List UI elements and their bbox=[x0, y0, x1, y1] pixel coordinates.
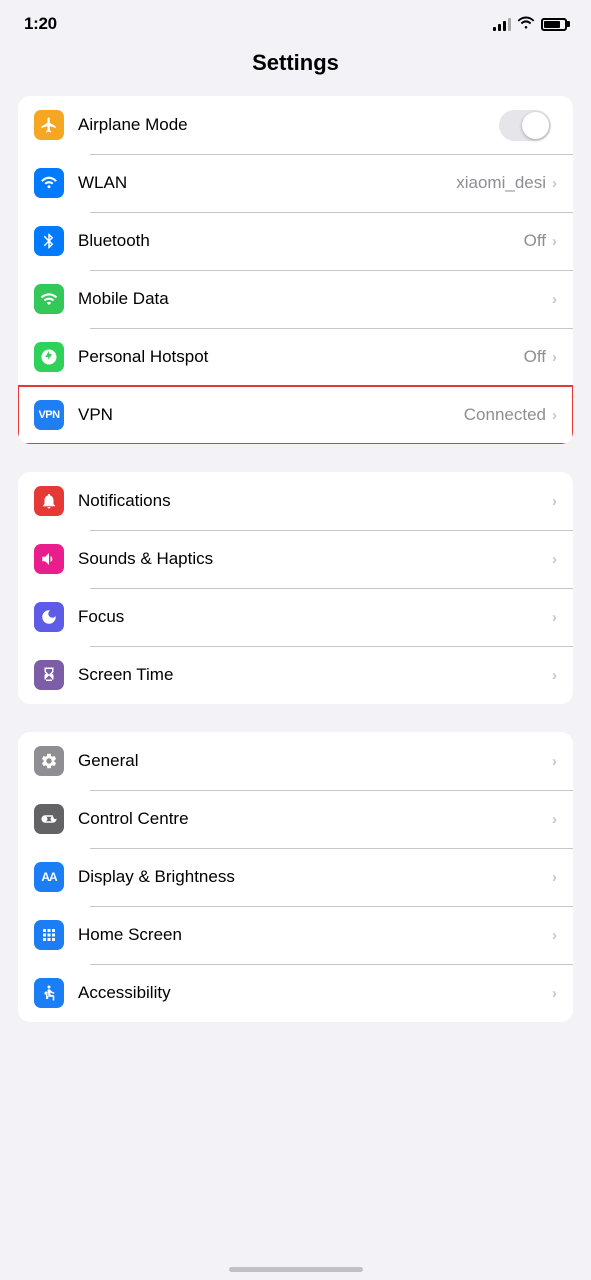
icon-sounds-haptics bbox=[34, 544, 64, 574]
settings-row-accessibility[interactable]: Accessibility› bbox=[18, 964, 573, 1022]
chevron-home-screen: › bbox=[552, 927, 557, 944]
chevron-general: › bbox=[552, 753, 557, 770]
label-focus: Focus bbox=[78, 607, 552, 627]
chevron-mobile-data: › bbox=[552, 291, 557, 308]
value-vpn: Connected bbox=[464, 405, 546, 425]
label-airplane-mode: Airplane Mode bbox=[78, 115, 499, 135]
label-sounds-haptics: Sounds & Haptics bbox=[78, 549, 552, 569]
settings-row-control-centre[interactable]: Control Centre› bbox=[18, 790, 573, 848]
label-accessibility: Accessibility bbox=[78, 983, 552, 1003]
label-control-centre: Control Centre bbox=[78, 809, 552, 829]
settings-row-screen-time[interactable]: Screen Time› bbox=[18, 646, 573, 704]
icon-screen-time bbox=[34, 660, 64, 690]
battery-icon bbox=[541, 18, 567, 31]
icon-focus bbox=[34, 602, 64, 632]
label-vpn: VPN bbox=[78, 405, 464, 425]
label-general: General bbox=[78, 751, 552, 771]
chevron-control-centre: › bbox=[552, 811, 557, 828]
settings-row-notifications[interactable]: Notifications› bbox=[18, 472, 573, 530]
status-bar: 1:20 bbox=[0, 0, 591, 42]
icon-mobile-data bbox=[34, 284, 64, 314]
chevron-accessibility: › bbox=[552, 985, 557, 1002]
label-bluetooth: Bluetooth bbox=[78, 231, 524, 251]
settings-row-wlan[interactable]: WLANxiaomi_desi › bbox=[18, 154, 573, 212]
chevron-notifications: › bbox=[552, 493, 557, 510]
home-indicator bbox=[229, 1267, 363, 1272]
page-title: Settings bbox=[0, 42, 591, 96]
chevron-display-brightness: › bbox=[552, 869, 557, 886]
icon-home-screen bbox=[34, 920, 64, 950]
status-time: 1:20 bbox=[24, 14, 57, 34]
chevron-vpn: › bbox=[552, 407, 557, 424]
settings-row-personal-hotspot[interactable]: Personal HotspotOff › bbox=[18, 328, 573, 386]
toggle-airplane-mode[interactable] bbox=[499, 110, 551, 141]
settings-row-mobile-data[interactable]: Mobile Data› bbox=[18, 270, 573, 328]
settings-row-focus[interactable]: Focus› bbox=[18, 588, 573, 646]
settings-row-sounds-haptics[interactable]: Sounds & Haptics› bbox=[18, 530, 573, 588]
label-mobile-data: Mobile Data bbox=[78, 289, 552, 309]
settings-row-general[interactable]: General› bbox=[18, 732, 573, 790]
icon-personal-hotspot bbox=[34, 342, 64, 372]
icon-vpn: VPN bbox=[34, 400, 64, 430]
status-icons bbox=[493, 15, 567, 34]
icon-bluetooth bbox=[34, 226, 64, 256]
value-personal-hotspot: Off bbox=[524, 347, 546, 367]
icon-notifications bbox=[34, 486, 64, 516]
label-home-screen: Home Screen bbox=[78, 925, 552, 945]
value-wlan: xiaomi_desi bbox=[456, 173, 546, 193]
settings-group-notifications: Notifications›Sounds & Haptics›Focus›Scr… bbox=[18, 472, 573, 704]
chevron-screen-time: › bbox=[552, 667, 557, 684]
settings-row-vpn[interactable]: VPNVPNConnected› bbox=[18, 386, 573, 444]
settings-group-general-settings: General›Control Centre›AADisplay & Brigh… bbox=[18, 732, 573, 1022]
icon-accessibility bbox=[34, 978, 64, 1008]
settings-row-airplane-mode[interactable]: Airplane Mode bbox=[18, 96, 573, 154]
chevron-personal-hotspot: › bbox=[552, 349, 557, 366]
settings-row-bluetooth[interactable]: BluetoothOff › bbox=[18, 212, 573, 270]
value-bluetooth: Off bbox=[524, 231, 546, 251]
signal-icon bbox=[493, 17, 511, 31]
settings-row-display-brightness[interactable]: AA Display & Brightness› bbox=[18, 848, 573, 906]
icon-general bbox=[34, 746, 64, 776]
icon-control-centre bbox=[34, 804, 64, 834]
wifi-icon bbox=[517, 15, 535, 34]
label-notifications: Notifications bbox=[78, 491, 552, 511]
settings-group-network: Airplane ModeWLANxiaomi_desi›BluetoothOf… bbox=[18, 96, 573, 444]
label-display-brightness: Display & Brightness bbox=[78, 867, 552, 887]
label-screen-time: Screen Time bbox=[78, 665, 552, 685]
aa-text: AA bbox=[41, 870, 56, 884]
vpn-text: VPN bbox=[38, 409, 59, 421]
label-personal-hotspot: Personal Hotspot bbox=[78, 347, 524, 367]
label-wlan: WLAN bbox=[78, 173, 456, 193]
icon-display-brightness: AA bbox=[34, 862, 64, 892]
settings-row-home-screen[interactable]: Home Screen› bbox=[18, 906, 573, 964]
chevron-wlan: › bbox=[552, 175, 557, 192]
chevron-focus: › bbox=[552, 609, 557, 626]
icon-wlan bbox=[34, 168, 64, 198]
icon-airplane-mode bbox=[34, 110, 64, 140]
chevron-bluetooth: › bbox=[552, 233, 557, 250]
chevron-sounds-haptics: › bbox=[552, 551, 557, 568]
